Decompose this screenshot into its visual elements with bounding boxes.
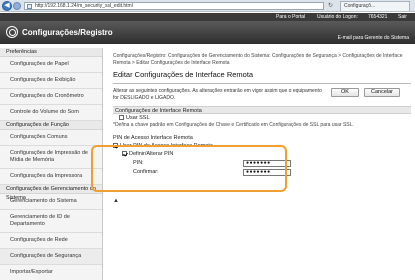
back-button[interactable]: ◀	[2, 1, 12, 11]
sidebar-item[interactable]: Importar/Exportar	[0, 265, 102, 280]
ssl-note: *Defina a chave padrão em Configurações …	[113, 122, 354, 128]
sidebar-heading: Configurações de Gerenciamento do Sistem…	[0, 185, 102, 201]
app-header: Para o Portal Usuário do Logon: 7654321 …	[0, 13, 415, 48]
page-title: Editar Configurações de Interface Remota	[113, 70, 411, 84]
sidebar-item[interactable]: Configurações Comuns	[0, 130, 102, 146]
tab-title: Configuraçõ...	[344, 3, 376, 9]
sidebar-item[interactable]: Configurações de Rede	[0, 233, 102, 249]
pin-highlight-box	[91, 145, 287, 192]
info-row: Alterar as seguintes configurações. As a…	[113, 88, 411, 104]
breadcrumb: Configurações/Registro: Configurações de…	[113, 53, 403, 66]
use-ssl-row: Usar SSL	[113, 114, 411, 122]
sidebar-item[interactable]: Controle do Volume do Som	[0, 105, 102, 121]
sidebar-item[interactable]: Configurações de Impressão de Mídia de M…	[0, 146, 102, 169]
title-band: Configurações/Registro E-mail para Geren…	[0, 21, 415, 44]
user-label: Usuário do Logon:	[317, 14, 358, 20]
user-value: 7654321	[368, 14, 388, 20]
back-to-top-icon[interactable]: ▲	[113, 198, 119, 204]
use-ssl-label: Usar SSL	[126, 115, 150, 121]
ok-button[interactable]: OK	[331, 88, 359, 97]
address-bar[interactable]: http://192.168.1.24/m_security_ssl_edit.…	[24, 2, 324, 10]
cancel-button[interactable]: Cancelar	[364, 88, 400, 97]
settings-logo-icon	[6, 26, 18, 38]
use-ssl-checkbox[interactable]	[119, 115, 124, 120]
url-text: http://192.168.1.24/m_security_ssl_edit.…	[35, 3, 133, 9]
browser-tab[interactable]: Configuraçõ...	[340, 1, 410, 11]
sidebar-item[interactable]: Configurações de Papel	[0, 57, 102, 73]
sidebar-heading: Configurações de Função	[0, 121, 102, 130]
main-content: Configurações/Registro: Configurações de…	[91, 53, 411, 192]
refresh-icon[interactable]: ↻	[328, 2, 333, 10]
app-title: Configurações/Registro	[22, 28, 113, 37]
back-arrow-icon: ◀	[4, 2, 10, 9]
sidebar-item[interactable]: Configurações do Cronômetro	[0, 89, 102, 105]
top-link-bar: Para o Portal Usuário do Logon: 7654321 …	[0, 13, 415, 21]
sidebar-item[interactable]: Configurações de Segurança	[0, 249, 102, 265]
sidebar-item[interactable]: Gerenciamento de ID de Departamento	[0, 210, 102, 233]
browser-toolbar: ◀ http://192.168.1.24/m_security_ssl_edi…	[0, 0, 415, 12]
pin-section-title: PIN de Acesso Interface Remota	[113, 135, 193, 141]
logout-link[interactable]: Sair	[398, 13, 407, 21]
email-admin-link[interactable]: E-mail para Gerente do Sistema	[338, 35, 409, 41]
forward-button[interactable]	[13, 2, 21, 10]
page-icon	[27, 4, 32, 9]
portal-link[interactable]: Para o Portal	[276, 13, 305, 21]
sidebar-heading: Preferências	[0, 48, 102, 57]
info-text: Alterar as seguintes configurações. As a…	[113, 88, 322, 101]
section-remote-ui-settings: Configurações de Interface Remota	[113, 106, 411, 114]
sidebar-item[interactable]: Configurações da Impressora	[0, 169, 102, 185]
sidebar-item[interactable]: Configurações de Exibição	[0, 73, 102, 89]
sidebar: Preferências Configurações de Papel Config…	[0, 48, 103, 280]
